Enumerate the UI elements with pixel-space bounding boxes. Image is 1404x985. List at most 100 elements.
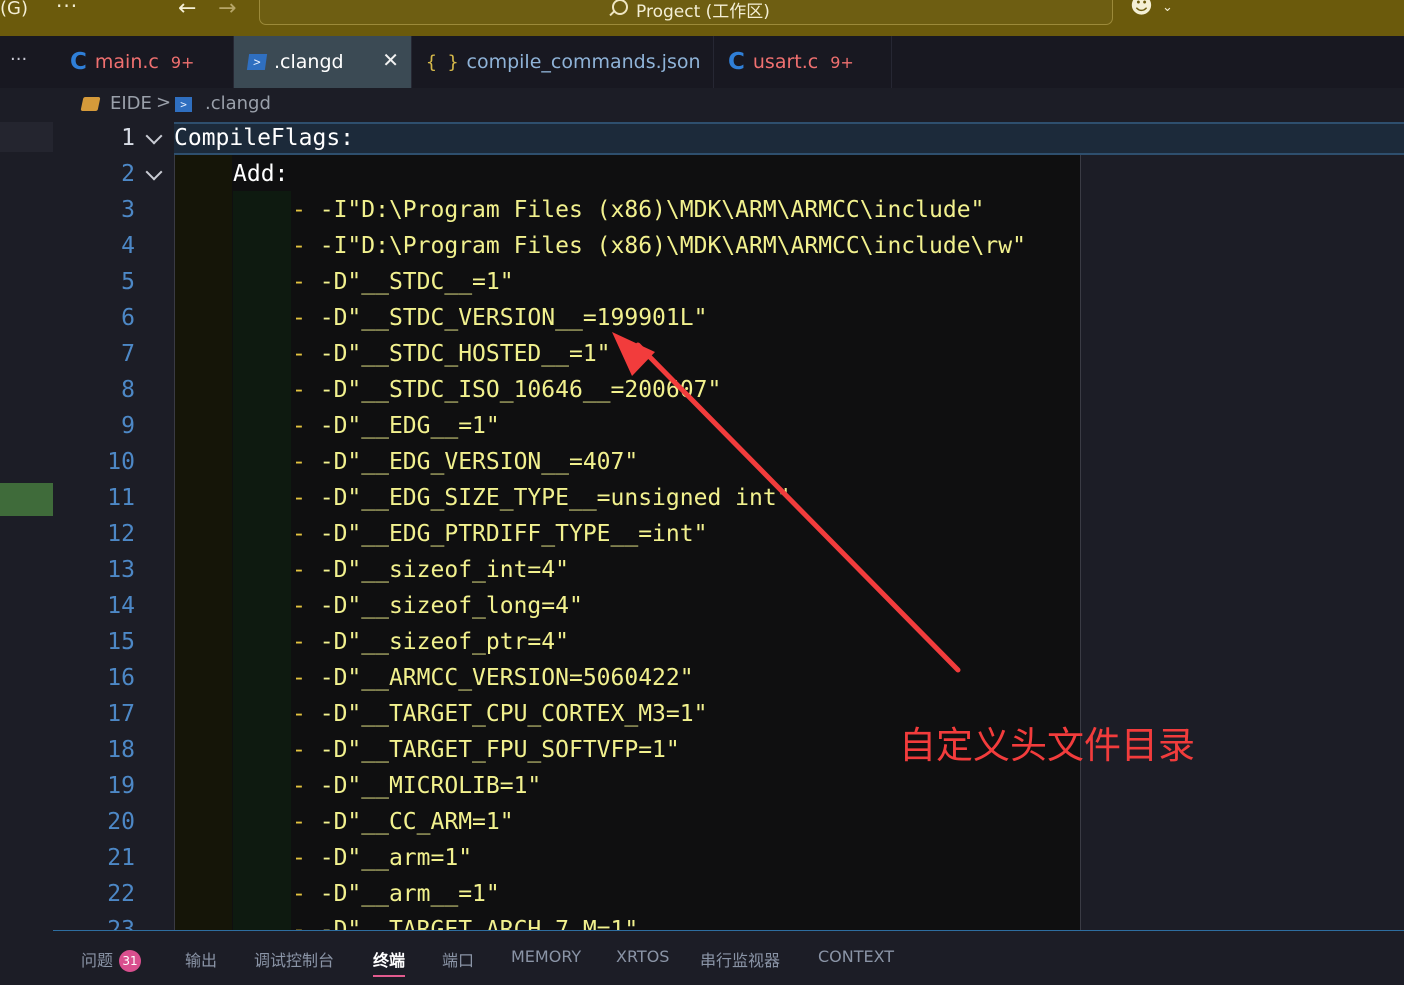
code-line[interactable]: - -D"__STDC_HOSTED__=1" bbox=[292, 336, 611, 372]
panel-tab-ports[interactable]: 端口 bbox=[442, 947, 474, 971]
code-line[interactable]: - -D"__EDG__=1" bbox=[292, 408, 500, 444]
line-number: 12 bbox=[107, 521, 135, 547]
code-text: -D"__arm=1" bbox=[319, 845, 473, 871]
code-text: -I"D:\Program Files (x86)\MDK\ARM\ARMCC\… bbox=[319, 233, 1026, 259]
activity-strip bbox=[0, 122, 53, 930]
line-number: 22 bbox=[107, 881, 135, 907]
panel-tab-terminal[interactable]: 终端 bbox=[373, 947, 406, 977]
code-text: -D"__TARGET_ARCH_7_M=1" bbox=[319, 917, 639, 930]
annotation-label: 自定义头文件目录 bbox=[899, 724, 1195, 767]
panel-tab-memory[interactable]: MEMORY bbox=[511, 947, 581, 966]
breadcrumb-file[interactable]: .clangd bbox=[205, 93, 271, 114]
code-text: -D"__TARGET_CPU_CORTEX_M3=1" bbox=[319, 701, 708, 727]
line-number: 20 bbox=[107, 809, 135, 835]
yaml-list-dash: - bbox=[292, 341, 306, 367]
workspace-name: Progect (工作区) bbox=[636, 2, 770, 22]
yaml-key: Add: bbox=[233, 161, 289, 187]
code-line[interactable]: - -D"__sizeof_long=4" bbox=[292, 588, 583, 624]
breadcrumb-separator: > bbox=[156, 92, 172, 113]
code-line[interactable]: Add: bbox=[233, 156, 288, 192]
yaml-list-dash: - bbox=[292, 665, 306, 691]
code-line[interactable]: - -I"D:\Program Files (x86)\MDK\ARM\ARMC… bbox=[292, 228, 1026, 264]
yaml-key: CompileFlags: bbox=[174, 125, 355, 151]
code-line[interactable]: - -D"__sizeof_ptr=4" bbox=[292, 624, 569, 660]
panel-tab-context[interactable]: CONTEXT bbox=[818, 947, 894, 966]
problem-count-badge: 9+ bbox=[830, 52, 854, 72]
folder-icon bbox=[80, 97, 101, 111]
panel-tab-serial-monitor[interactable]: 串行监视器 bbox=[700, 947, 780, 971]
panel-tab-output[interactable]: 输出 bbox=[185, 947, 217, 971]
tab-label: main.c bbox=[94, 51, 159, 73]
yaml-list-dash: - bbox=[292, 413, 306, 439]
code-line[interactable]: - -D"__arm__=1" bbox=[292, 876, 500, 912]
yaml-list-dash: - bbox=[292, 593, 306, 619]
tab-compile-commands-json[interactable]: { } compile_commands.json bbox=[412, 36, 714, 88]
code-text: -D"__STDC_VERSION__=199901L" bbox=[319, 305, 708, 331]
code-line[interactable]: - -D"__STDC__=1" bbox=[292, 264, 514, 300]
tab-clangd[interactable]: > .clangd ✕ bbox=[234, 36, 412, 88]
panel-tab-xrtos[interactable]: XRTOS bbox=[616, 947, 669, 966]
more-menu-button[interactable]: ··· bbox=[56, 0, 78, 18]
yaml-list-dash: - bbox=[292, 701, 306, 727]
code-editor[interactable]: 1 CompileFlags: 2 Add: 3 - -I"D:\Program File… bbox=[0, 122, 1404, 930]
code-line[interactable]: - -D"__EDG_VERSION__=407" bbox=[292, 444, 638, 480]
code-line[interactable]: - -I"D:\Program Files (x86)\MDK\ARM\ARMC… bbox=[292, 192, 984, 228]
code-text: -D"__CC_ARM=1" bbox=[319, 809, 514, 835]
search-icon bbox=[612, 0, 628, 15]
line-number: 5 bbox=[121, 269, 135, 295]
title-bar: (G) ··· ← → Progect (工作区) ☻ ⌄ bbox=[0, 0, 1404, 36]
code-text: -D"__sizeof_int=4" bbox=[319, 557, 569, 583]
line-number: 10 bbox=[107, 449, 135, 475]
back-arrow-icon[interactable]: ← bbox=[178, 0, 196, 21]
code-line[interactable]: - -D"__sizeof_int=4" bbox=[292, 552, 569, 588]
tab-usart-c[interactable]: C usart.c 9+ bbox=[714, 36, 892, 88]
panel-tab-bar: 问题 31 输出 调试控制台 终端 端口 MEMORY XRTOS 串行监视器 C… bbox=[53, 930, 1404, 985]
code-line[interactable]: - -D"__CC_ARM=1" bbox=[292, 804, 514, 840]
code-line[interactable]: - -D"__EDG_PTRDIFF_TYPE__=int" bbox=[292, 516, 707, 552]
breadcrumb: EIDE > > .clangd bbox=[0, 88, 1404, 122]
code-line[interactable]: - -D"__MICROLIB=1" bbox=[292, 768, 541, 804]
yaml-list-dash: - bbox=[292, 881, 306, 907]
close-icon[interactable]: ✕ bbox=[382, 48, 399, 72]
c-file-icon: C bbox=[728, 49, 745, 75]
tab-label: compile_commands.json bbox=[466, 51, 701, 73]
yaml-list-dash: - bbox=[292, 233, 306, 259]
line-number: 19 bbox=[107, 773, 135, 799]
tab-main-c[interactable]: C main.c 9+ bbox=[56, 36, 234, 88]
tab-label: usart.c bbox=[752, 51, 819, 73]
code-text: -D"__STDC__=1" bbox=[319, 269, 514, 295]
yaml-list-dash: - bbox=[292, 737, 306, 763]
line-number: 7 bbox=[121, 341, 135, 367]
copilot-icon[interactable]: ☻ bbox=[1130, 0, 1153, 19]
line-number: 21 bbox=[107, 845, 135, 871]
code-line[interactable]: - -D"__TARGET_CPU_CORTEX_M3=1" bbox=[292, 696, 707, 732]
code-text: -D"__EDG_PTRDIFF_TYPE__=int" bbox=[319, 521, 708, 547]
menu-go-fragment[interactable]: (G) bbox=[0, 0, 28, 19]
code-line[interactable]: - -D"__arm=1" bbox=[292, 840, 472, 876]
code-line[interactable]: - -D"__TARGET_FPU_SOFTVFP=1" bbox=[292, 732, 680, 768]
code-line[interactable]: - -D"__EDG_SIZE_TYPE__=unsigned int" bbox=[292, 480, 791, 516]
line-number: 8 bbox=[121, 377, 135, 403]
command-center-search[interactable]: Progect (工作区) bbox=[259, 0, 1113, 25]
panel-tab-debug-console[interactable]: 调试控制台 bbox=[254, 947, 334, 971]
breadcrumb-folder[interactable]: EIDE bbox=[110, 93, 152, 114]
code-line[interactable]: - -D"__STDC_ISO_10646__=200607" bbox=[292, 372, 721, 408]
line-number: 6 bbox=[121, 305, 135, 331]
tab-overflow-button[interactable]: ··· bbox=[10, 49, 27, 70]
code-text: -D"__TARGET_FPU_SOFTVFP=1" bbox=[319, 737, 680, 763]
line-number: 15 bbox=[107, 629, 135, 655]
code-line[interactable]: - -D"__ARMCC_VERSION=5060422" bbox=[292, 660, 694, 696]
code-text: -D"__EDG_SIZE_TYPE__=unsigned int" bbox=[319, 485, 791, 511]
code-text: -D"__sizeof_long=4" bbox=[319, 593, 583, 619]
code-line[interactable]: - -D"__STDC_VERSION__=199901L" bbox=[292, 300, 707, 336]
panel-tab-problems[interactable]: 问题 31 bbox=[81, 947, 142, 972]
yaml-list-dash: - bbox=[292, 377, 306, 403]
code-line[interactable]: CompileFlags: bbox=[174, 122, 354, 156]
code-line[interactable]: - -D"__TARGET_ARCH_7_M=1" bbox=[292, 912, 638, 930]
forward-arrow-icon[interactable]: → bbox=[218, 0, 236, 21]
code-text: -D"__STDC_HOSTED__=1" bbox=[319, 341, 611, 367]
yaml-list-dash: - bbox=[292, 629, 306, 655]
chevron-down-icon[interactable]: ⌄ bbox=[1162, 0, 1173, 15]
c-file-icon: C bbox=[70, 49, 87, 75]
yaml-list-dash: - bbox=[292, 485, 306, 511]
